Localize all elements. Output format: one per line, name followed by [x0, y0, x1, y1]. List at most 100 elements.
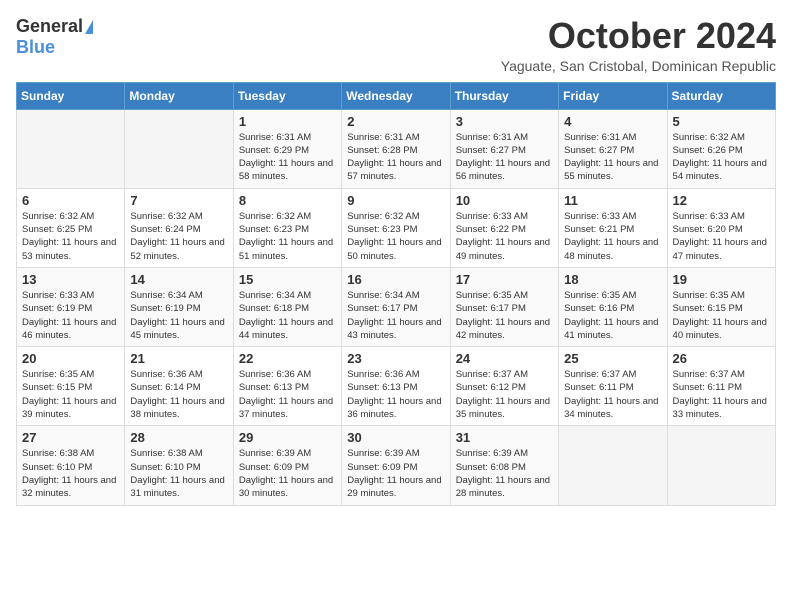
day-number: 30	[347, 430, 444, 445]
calendar-cell: 15 Sunrise: 6:34 AMSunset: 6:18 PMDayligh…	[233, 267, 341, 346]
calendar-cell	[667, 426, 775, 505]
day-info: Sunrise: 6:33 AMSunset: 6:20 PMDaylight:…	[673, 210, 770, 263]
day-info: Sunrise: 6:39 AMSunset: 6:08 PMDaylight:…	[456, 447, 553, 500]
logo: General Blue	[16, 16, 93, 58]
calendar-week-row: 6Sunrise: 6:32 AMSunset: 6:25 PMDaylight…	[17, 188, 776, 267]
calendar-cell: 25 Sunrise: 6:37 AMSunset: 6:11 PMDayligh…	[559, 347, 667, 426]
day-number: 23	[347, 351, 444, 366]
day-info: Sunrise: 6:31 AMSunset: 6:27 PMDaylight:…	[564, 131, 661, 184]
day-number: 7	[130, 193, 227, 208]
calendar-cell: 1 Sunrise: 6:31 AMSunset: 6:29 PMDaylight…	[233, 109, 341, 188]
day-info: Sunrise: 6:32 AMSunset: 6:23 PMDaylight:…	[347, 210, 444, 263]
logo-icon	[85, 20, 93, 34]
day-info: Sunrise: 6:35 AMSunset: 6:15 PMDaylight:…	[673, 289, 770, 342]
calendar-week-row: 1 Sunrise: 6:31 AMSunset: 6:29 PMDaylight…	[17, 109, 776, 188]
day-info: Sunrise: 6:39 AMSunset: 6:09 PMDaylight:…	[347, 447, 444, 500]
day-number: 19	[673, 272, 770, 287]
day-info: Sunrise: 6:34 AMSunset: 6:19 PMDaylight:…	[130, 289, 227, 342]
logo-general-text: General	[16, 16, 83, 37]
calendar-cell: 22Sunrise: 6:36 AMSunset: 6:13 PMDayligh…	[233, 347, 341, 426]
calendar-cell: 10Sunrise: 6:33 AMSunset: 6:22 PMDayligh…	[450, 188, 558, 267]
calendar-week-row: 27Sunrise: 6:38 AMSunset: 6:10 PMDayligh…	[17, 426, 776, 505]
calendar-cell: 7 Sunrise: 6:32 AMSunset: 6:24 PMDaylight…	[125, 188, 233, 267]
weekday-header-sunday: Sunday	[17, 82, 125, 109]
calendar-cell	[559, 426, 667, 505]
day-info: Sunrise: 6:39 AMSunset: 6:09 PMDaylight:…	[239, 447, 336, 500]
day-number: 21	[130, 351, 227, 366]
calendar-cell	[125, 109, 233, 188]
day-info: Sunrise: 6:31 AMSunset: 6:27 PMDaylight:…	[456, 131, 553, 184]
day-info: Sunrise: 6:34 AMSunset: 6:17 PMDaylight:…	[347, 289, 444, 342]
weekday-header-monday: Monday	[125, 82, 233, 109]
calendar-cell: 24 Sunrise: 6:37 AMSunset: 6:12 PMDayligh…	[450, 347, 558, 426]
calendar-cell: 14 Sunrise: 6:34 AMSunset: 6:19 PMDayligh…	[125, 267, 233, 346]
day-info: Sunrise: 6:35 AMSunset: 6:17 PMDaylight:…	[456, 289, 553, 342]
day-info: Sunrise: 6:38 AMSunset: 6:10 PMDaylight:…	[130, 447, 227, 500]
day-number: 13	[22, 272, 119, 287]
month-title: October 2024	[501, 16, 776, 56]
day-info: Sunrise: 6:32 AMSunset: 6:26 PMDaylight:…	[673, 131, 770, 184]
day-number: 17	[456, 272, 553, 287]
day-number: 8	[239, 193, 336, 208]
calendar-cell: 5 Sunrise: 6:32 AMSunset: 6:26 PMDaylight…	[667, 109, 775, 188]
day-number: 28	[130, 430, 227, 445]
day-info: Sunrise: 6:31 AMSunset: 6:29 PMDaylight:…	[239, 131, 336, 184]
day-number: 31	[456, 430, 553, 445]
day-number: 5	[673, 114, 770, 129]
day-info: Sunrise: 6:37 AMSunset: 6:11 PMDaylight:…	[673, 368, 770, 421]
calendar-cell: 29 Sunrise: 6:39 AMSunset: 6:09 PMDayligh…	[233, 426, 341, 505]
weekday-header-wednesday: Wednesday	[342, 82, 450, 109]
day-number: 25	[564, 351, 661, 366]
day-number: 9	[347, 193, 444, 208]
calendar-cell: 13 Sunrise: 6:33 AMSunset: 6:19 PMDayligh…	[17, 267, 125, 346]
calendar-cell: 31 Sunrise: 6:39 AMSunset: 6:08 PMDayligh…	[450, 426, 558, 505]
day-info: Sunrise: 6:32 AMSunset: 6:23 PMDaylight:…	[239, 210, 336, 263]
day-number: 29	[239, 430, 336, 445]
day-number: 2	[347, 114, 444, 129]
day-info: Sunrise: 6:32 AMSunset: 6:24 PMDaylight:…	[130, 210, 227, 263]
day-number: 20	[22, 351, 119, 366]
weekday-header-tuesday: Tuesday	[233, 82, 341, 109]
day-info: Sunrise: 6:36 AMSunset: 6:13 PMDaylight:…	[239, 368, 336, 421]
day-info: Sunrise: 6:31 AMSunset: 6:28 PMDaylight:…	[347, 131, 444, 184]
day-info: Sunrise: 6:35 AMSunset: 6:16 PMDaylight:…	[564, 289, 661, 342]
day-info: Sunrise: 6:35 AMSunset: 6:15 PMDaylight:…	[22, 368, 119, 421]
weekday-header-friday: Friday	[559, 82, 667, 109]
calendar-cell: 8 Sunrise: 6:32 AMSunset: 6:23 PMDaylight…	[233, 188, 341, 267]
day-number: 4	[564, 114, 661, 129]
calendar-cell: 23 Sunrise: 6:36 AMSunset: 6:13 PMDayligh…	[342, 347, 450, 426]
day-number: 14	[130, 272, 227, 287]
day-number: 10	[456, 193, 553, 208]
location-text: Yaguate, San Cristobal, Dominican Republ…	[501, 58, 776, 74]
day-number: 24	[456, 351, 553, 366]
day-info: Sunrise: 6:37 AMSunset: 6:12 PMDaylight:…	[456, 368, 553, 421]
calendar-cell: 30 Sunrise: 6:39 AMSunset: 6:09 PMDayligh…	[342, 426, 450, 505]
calendar-cell: 6Sunrise: 6:32 AMSunset: 6:25 PMDaylight…	[17, 188, 125, 267]
page-header: General Blue October 2024 Yaguate, San C…	[16, 16, 776, 74]
weekday-header-thursday: Thursday	[450, 82, 558, 109]
day-info: Sunrise: 6:38 AMSunset: 6:10 PMDaylight:…	[22, 447, 119, 500]
day-number: 11	[564, 193, 661, 208]
calendar-cell: 20 Sunrise: 6:35 AMSunset: 6:15 PMDayligh…	[17, 347, 125, 426]
day-info: Sunrise: 6:33 AMSunset: 6:21 PMDaylight:…	[564, 210, 661, 263]
day-info: Sunrise: 6:32 AMSunset: 6:25 PMDaylight:…	[22, 210, 119, 263]
day-number: 12	[673, 193, 770, 208]
day-number: 1	[239, 114, 336, 129]
weekday-header-saturday: Saturday	[667, 82, 775, 109]
day-info: Sunrise: 6:37 AMSunset: 6:11 PMDaylight:…	[564, 368, 661, 421]
day-number: 18	[564, 272, 661, 287]
calendar-week-row: 20 Sunrise: 6:35 AMSunset: 6:15 PMDayligh…	[17, 347, 776, 426]
calendar-cell: 12 Sunrise: 6:33 AMSunset: 6:20 PMDayligh…	[667, 188, 775, 267]
day-info: Sunrise: 6:36 AMSunset: 6:13 PMDaylight:…	[347, 368, 444, 421]
calendar-cell: 27Sunrise: 6:38 AMSunset: 6:10 PMDayligh…	[17, 426, 125, 505]
calendar-cell: 21Sunrise: 6:36 AMSunset: 6:14 PMDayligh…	[125, 347, 233, 426]
logo-blue-text: Blue	[16, 37, 55, 58]
day-info: Sunrise: 6:33 AMSunset: 6:19 PMDaylight:…	[22, 289, 119, 342]
calendar-cell: 26Sunrise: 6:37 AMSunset: 6:11 PMDayligh…	[667, 347, 775, 426]
calendar-cell: 16Sunrise: 6:34 AMSunset: 6:17 PMDayligh…	[342, 267, 450, 346]
day-info: Sunrise: 6:34 AMSunset: 6:18 PMDaylight:…	[239, 289, 336, 342]
calendar-cell: 4 Sunrise: 6:31 AMSunset: 6:27 PMDaylight…	[559, 109, 667, 188]
day-number: 15	[239, 272, 336, 287]
calendar-cell: 9 Sunrise: 6:32 AMSunset: 6:23 PMDaylight…	[342, 188, 450, 267]
calendar-cell: 19 Sunrise: 6:35 AMSunset: 6:15 PMDayligh…	[667, 267, 775, 346]
